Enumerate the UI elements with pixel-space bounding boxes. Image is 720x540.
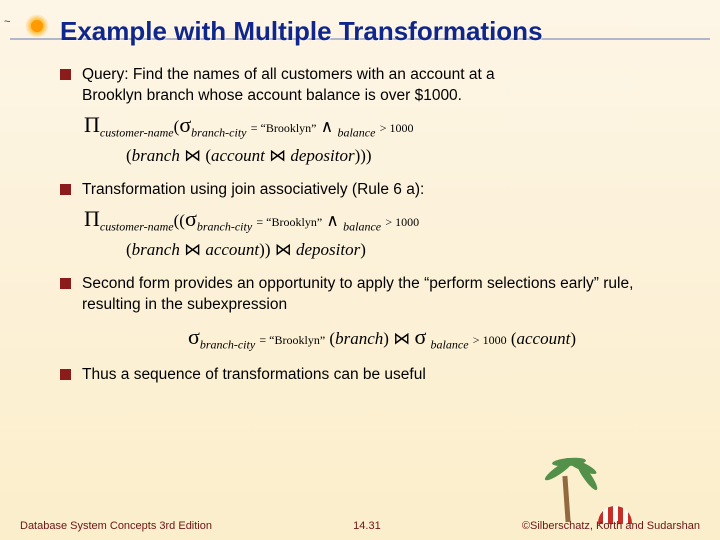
bullet-2-text: Transformation using join associatively … [82, 181, 424, 198]
pi-symbol: Π [84, 112, 100, 137]
footer-center: 14.31 [353, 520, 381, 532]
bullet-2: Transformation using join associatively … [60, 180, 680, 262]
bullet-4: Thus a sequence of transformations can b… [60, 365, 680, 386]
footer: Database System Concepts 3rd Edition 14.… [0, 520, 720, 532]
formula-2b: (branch ⋈ account)) ⋈ depositor) [84, 238, 680, 262]
join-symbol: ⋈ [184, 240, 201, 259]
bullet-list: Query: Find the names of all customers w… [60, 65, 680, 386]
bullet-4-text: Thus a sequence of transformations can b… [82, 366, 426, 383]
join-symbol: ⋈ [275, 240, 292, 259]
join-symbol: ⋈ [393, 329, 410, 348]
bullet-1-line2: Brooklyn branch whose account balance is… [82, 87, 462, 104]
formula-3: σbranch-city = “Brooklyn” (branch) ⋈ σ b… [84, 322, 680, 353]
bullet-3: Second form provides an opportunity to a… [60, 274, 680, 353]
and-symbol: ∧ [326, 211, 338, 230]
sigma-symbol: σ [414, 324, 426, 349]
and-symbol: ∧ [321, 117, 333, 136]
sigma-symbol: σ [179, 112, 191, 137]
join-symbol: ⋈ [269, 146, 286, 165]
footer-right: ©Silberschatz, Korth and Sudarshan [522, 520, 700, 532]
palm-illustration [530, 448, 640, 528]
formula-2a: Πcustomer-name((σbranch-city = “Brooklyn… [84, 204, 680, 235]
page-title: Example with Multiple Transformations [60, 16, 680, 47]
bullet-3-text: Second form provides an opportunity to a… [82, 275, 633, 313]
sigma-symbol: σ [188, 324, 200, 349]
bullet-1: Query: Find the names of all customers w… [60, 65, 680, 168]
footer-left: Database System Concepts 3rd Edition [20, 520, 212, 532]
bullet-1-line1: Query: Find the names of all customers w… [82, 66, 495, 83]
pi-symbol: Π [84, 206, 100, 231]
join-symbol: ⋈ [184, 146, 201, 165]
formula-1a: Πcustomer-name(σbranch-city = “Brooklyn”… [84, 110, 680, 141]
formula-1b: (branch ⋈ (account ⋈ depositor))) [84, 144, 680, 168]
sigma-symbol: σ [185, 206, 197, 231]
